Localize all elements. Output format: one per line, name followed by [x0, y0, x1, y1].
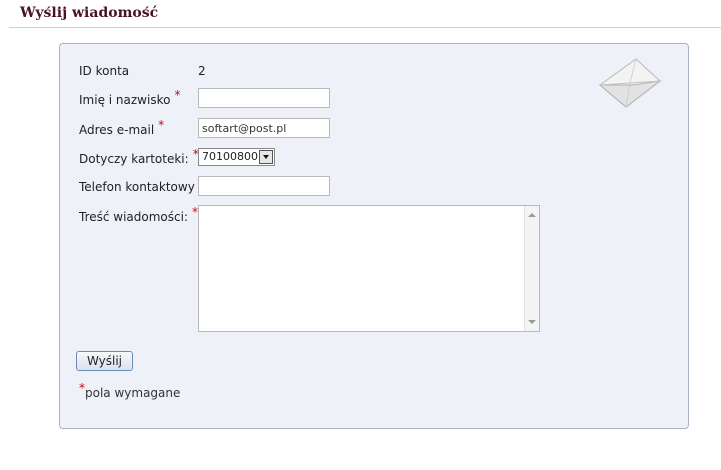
required-marker: *: [174, 88, 181, 102]
name-field[interactable]: [198, 88, 330, 108]
name-label: Imię i nazwisko *: [79, 88, 180, 107]
message-scrollbar[interactable]: [524, 206, 539, 331]
required-marker: *: [158, 118, 165, 132]
title-divider: [9, 27, 721, 28]
account-id-label: ID konta: [79, 64, 129, 78]
required-note-text: pola wymagane: [85, 386, 181, 400]
message-textarea[interactable]: [198, 205, 540, 332]
phone-field[interactable]: [198, 176, 330, 196]
card-label-text: Dotyczy kartoteki:: [79, 152, 189, 166]
account-id-value: 2: [198, 64, 206, 78]
send-button[interactable]: Wyślij: [76, 351, 133, 371]
scroll-up-icon[interactable]: [528, 213, 536, 217]
required-fields-note: *pola wymagane: [79, 381, 181, 400]
card-label: Dotyczy kartoteki: *: [79, 147, 199, 166]
page-title: Wyślij wiadomość: [20, 5, 159, 21]
chevron-down-icon[interactable]: [259, 150, 273, 164]
card-select[interactable]: 70100800: [198, 148, 275, 166]
message-label: Treść wiadomości: *: [79, 205, 198, 224]
card-select-value: 70100800: [202, 150, 258, 163]
name-label-text: Imię i nazwisko: [79, 93, 171, 107]
email-field[interactable]: [198, 118, 330, 138]
required-marker: *: [79, 381, 85, 395]
email-label-text: Adres e-mail: [79, 123, 155, 137]
scroll-down-icon[interactable]: [528, 320, 536, 324]
message-label-text: Treść wiadomości:: [79, 210, 189, 224]
phone-label-text: Telefon kontaktowy: [79, 180, 195, 194]
account-id-label-text: ID konta: [79, 64, 130, 78]
envelope-icon: [598, 58, 662, 108]
email-label: Adres e-mail *: [79, 118, 164, 137]
phone-label: Telefon kontaktowy: [79, 180, 195, 194]
